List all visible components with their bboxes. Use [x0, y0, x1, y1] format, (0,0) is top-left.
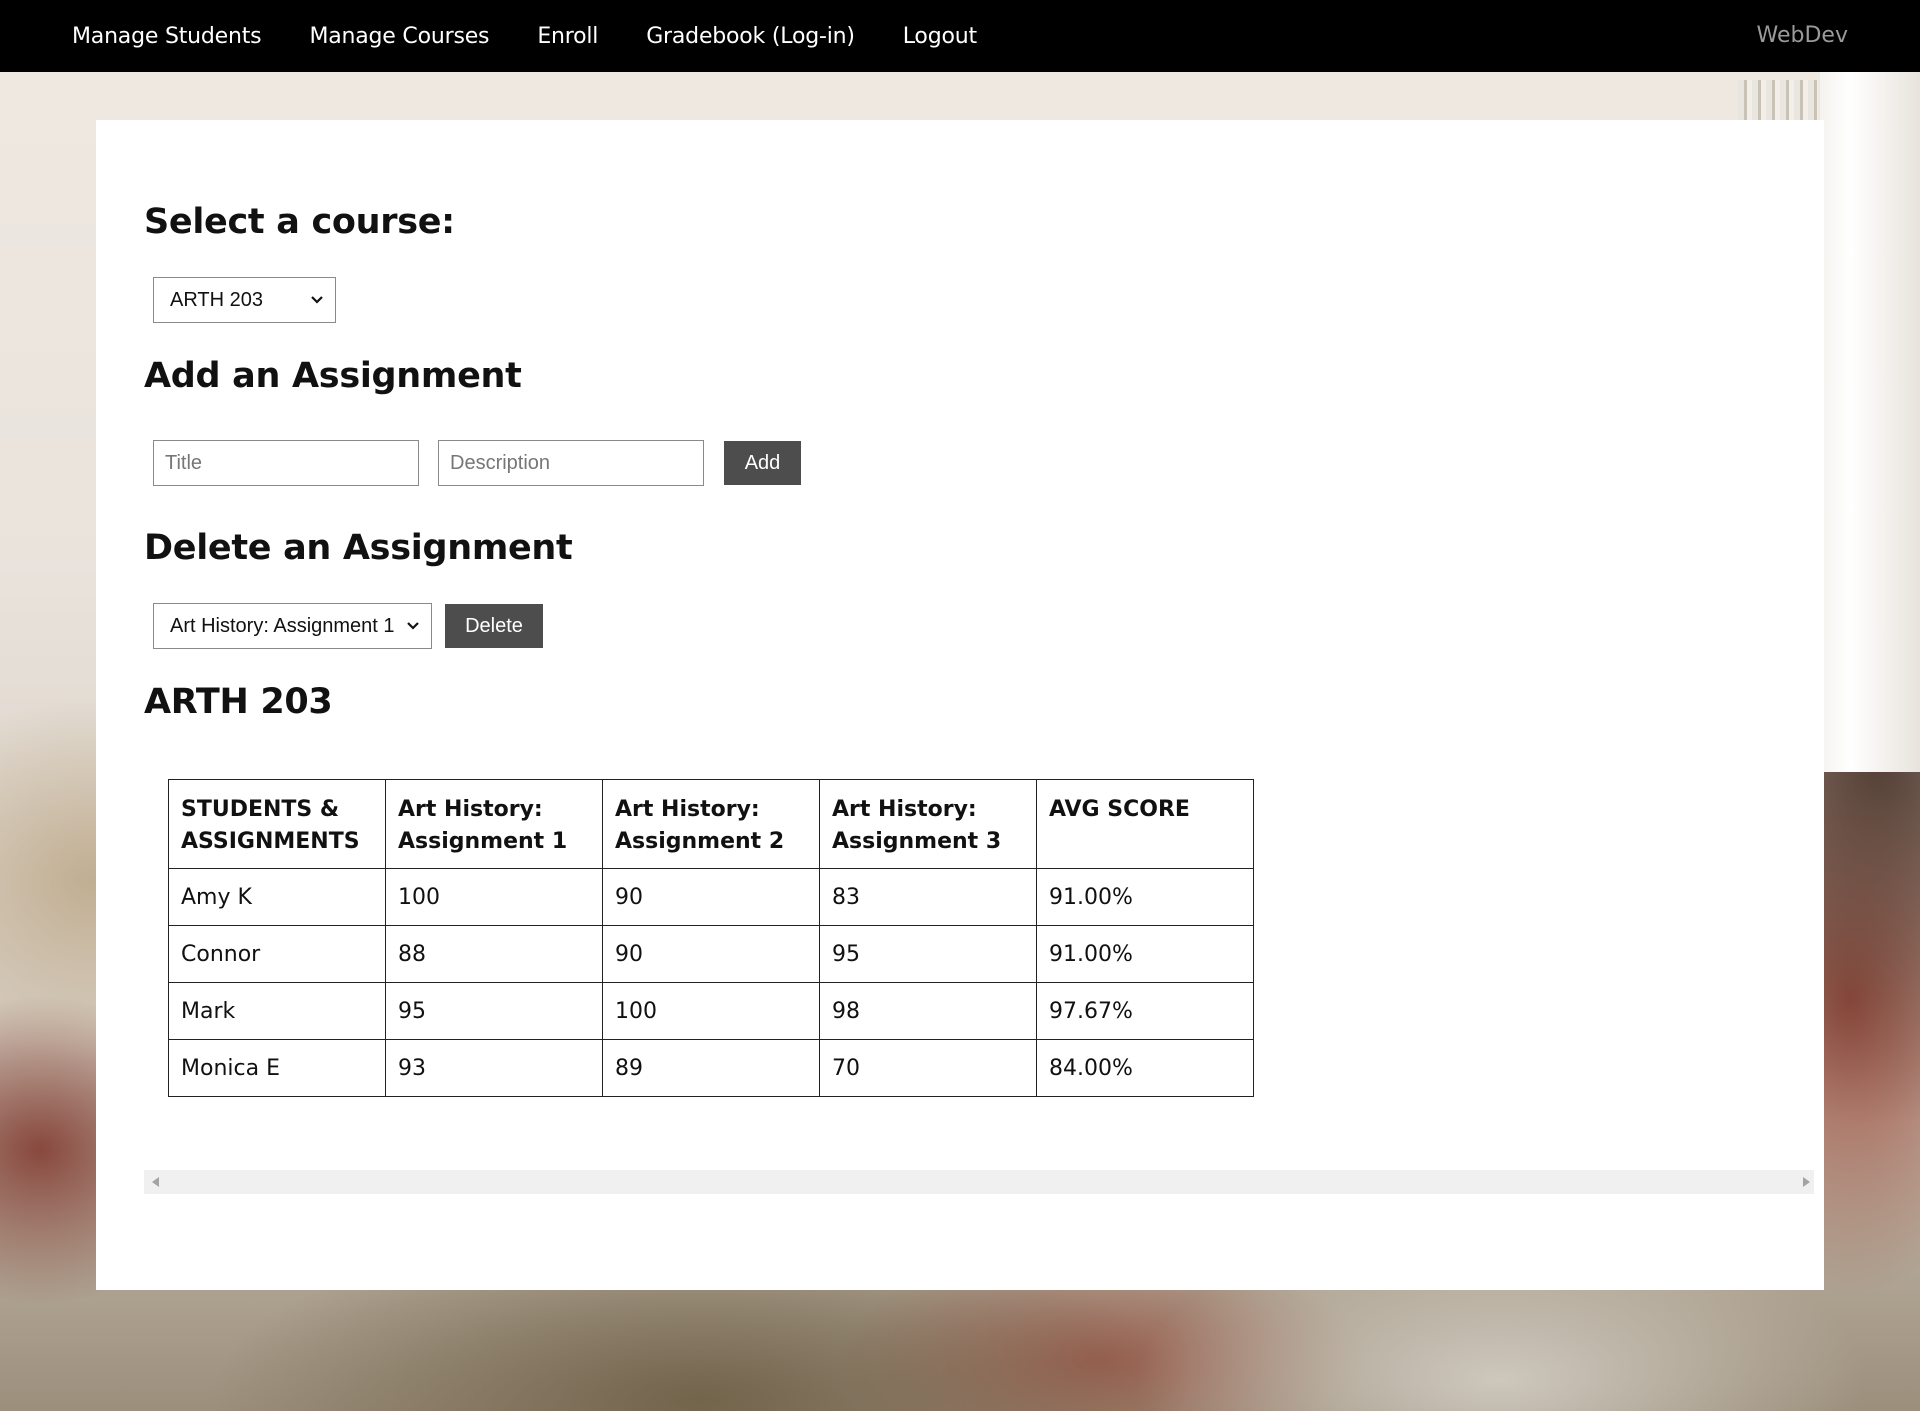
column-header-students: STUDENTS & ASSIGNMENTS	[168, 779, 386, 869]
student-name-cell: Amy K	[168, 868, 386, 926]
student-name-cell: Mark	[168, 982, 386, 1040]
score-cell: 98	[819, 982, 1037, 1040]
nav-links: Manage Students Manage Courses Enroll Gr…	[72, 24, 1025, 49]
delete-assignment-button[interactable]: Delete	[445, 604, 543, 648]
table-row: Monica E 93 89 70 84.00%	[168, 1039, 1254, 1097]
score-cell: 95	[385, 982, 603, 1040]
score-cell: 88	[385, 925, 603, 983]
nav-link-logout[interactable]: Logout	[903, 24, 977, 49]
assignment-description-input[interactable]	[438, 440, 704, 486]
avg-score-cell: 91.00%	[1036, 868, 1254, 926]
score-cell: 100	[602, 982, 820, 1040]
table-row: Connor 88 90 95 91.00%	[168, 925, 1254, 983]
column-header-assignment-1: Art History: Assignment 1	[385, 779, 603, 869]
course-select[interactable]: ARTH 203	[153, 277, 336, 323]
score-cell: 90	[602, 868, 820, 926]
assignment-delete-select-value: Art History: Assignment 1	[170, 614, 395, 637]
navbar: Manage Students Manage Courses Enroll Gr…	[0, 0, 1920, 72]
main-card: Select a course: ARTH 203 Add an Assignm…	[96, 120, 1824, 1290]
score-cell: 100	[385, 868, 603, 926]
delete-assignment-heading: Delete an Assignment	[144, 528, 573, 568]
nav-link-gradebook[interactable]: Gradebook (Log-in)	[646, 24, 855, 49]
chevron-down-icon	[407, 622, 419, 630]
select-course-heading: Select a course:	[144, 202, 455, 242]
table-row: Mark 95 100 98 97.67%	[168, 982, 1254, 1040]
column-header-avg-score: AVG SCORE	[1036, 779, 1254, 869]
avg-score-cell: 84.00%	[1036, 1039, 1254, 1097]
assignment-title-input[interactable]	[153, 440, 419, 486]
score-cell: 70	[819, 1039, 1037, 1097]
course-table-heading: ARTH 203	[144, 682, 333, 722]
course-select-value: ARTH 203	[170, 288, 264, 311]
scroll-left-arrow-icon[interactable]	[152, 1177, 159, 1187]
scroll-right-arrow-icon[interactable]	[1803, 1177, 1810, 1187]
brand-label: WebDev	[1756, 23, 1848, 48]
assignment-delete-select[interactable]: Art History: Assignment 1	[153, 603, 432, 649]
score-cell: 90	[602, 925, 820, 983]
horizontal-scrollbar[interactable]	[144, 1170, 1814, 1194]
background-books	[1738, 80, 1818, 120]
background-bookshelf	[1820, 72, 1920, 772]
score-cell: 95	[819, 925, 1037, 983]
column-header-assignment-3: Art History: Assignment 3	[819, 779, 1037, 869]
chevron-down-icon	[311, 296, 323, 304]
add-assignment-button[interactable]: Add	[724, 441, 801, 485]
add-assignment-heading: Add an Assignment	[144, 356, 522, 396]
nav-link-enroll[interactable]: Enroll	[537, 24, 598, 49]
score-cell: 93	[385, 1039, 603, 1097]
score-cell: 89	[602, 1039, 820, 1097]
nav-link-manage-courses[interactable]: Manage Courses	[309, 24, 489, 49]
nav-link-manage-students[interactable]: Manage Students	[72, 24, 262, 49]
gradebook-table: STUDENTS & ASSIGNMENTS Art History: Assi…	[168, 779, 1254, 1097]
table-header-row: STUDENTS & ASSIGNMENTS Art History: Assi…	[168, 779, 1254, 869]
table-row: Amy K 100 90 83 91.00%	[168, 868, 1254, 926]
column-header-assignment-2: Art History: Assignment 2	[602, 779, 820, 869]
avg-score-cell: 91.00%	[1036, 925, 1254, 983]
avg-score-cell: 97.67%	[1036, 982, 1254, 1040]
score-cell: 83	[819, 868, 1037, 926]
student-name-cell: Connor	[168, 925, 386, 983]
student-name-cell: Monica E	[168, 1039, 386, 1097]
